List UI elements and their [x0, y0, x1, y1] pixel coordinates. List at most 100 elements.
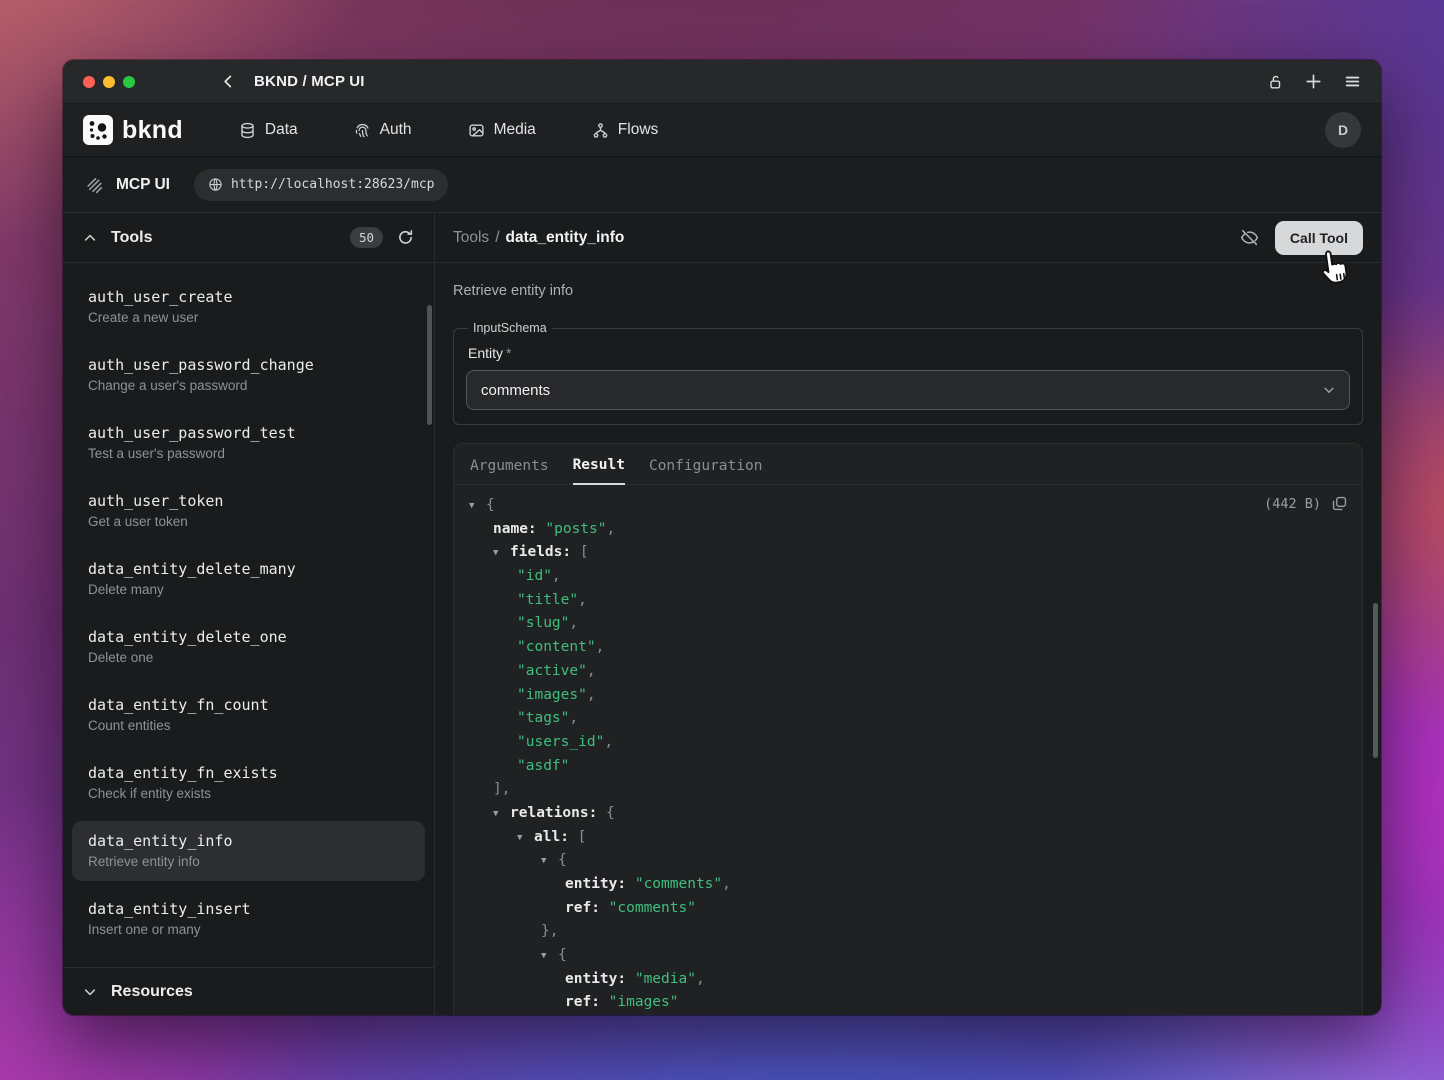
lock-button[interactable] [1267, 74, 1283, 90]
json-key: name: [493, 521, 545, 537]
json-collapse-toggle-icon[interactable]: ▼ [541, 850, 558, 874]
json-punctuation: , [696, 971, 705, 987]
json-key: relations: [510, 805, 606, 821]
json-line: ▼relations: { [454, 802, 1362, 826]
subheader: MCP UI http://localhost:28623/mcp [63, 157, 1381, 213]
json-punctuation: , [587, 663, 596, 679]
json-punctuation: ], [493, 781, 510, 797]
refresh-tools-button[interactable] [397, 229, 414, 246]
json-punctuation: , [552, 568, 561, 584]
json-collapse-toggle-icon[interactable]: ▼ [541, 945, 558, 969]
json-punctuation: , [578, 592, 587, 608]
json-collapse-toggle-icon[interactable]: ▼ [493, 803, 510, 827]
server-url-chip[interactable]: http://localhost:28623/mcp [194, 169, 449, 201]
breadcrumb-section[interactable]: Tools [453, 229, 489, 246]
tab-arguments[interactable]: Arguments [470, 444, 549, 484]
tool-name: auth_user_password_test [88, 423, 409, 443]
json-line: "users_id", [454, 731, 1362, 755]
tool-item-auth_user_token[interactable]: auth_user_tokenGet a user token [72, 481, 425, 541]
back-button[interactable] [221, 74, 236, 89]
main-panel: Tools/data_entity_info Call Tool Retriev… [435, 213, 1381, 1015]
hide-result-button[interactable] [1240, 228, 1259, 247]
json-punctuation: [ [578, 829, 587, 845]
tools-count-badge: 50 [350, 227, 383, 248]
json-collapse-toggle-icon[interactable]: ▼ [493, 542, 510, 566]
plus-icon [1305, 73, 1322, 90]
entity-select-value: comments [481, 382, 550, 399]
tool-name: data_entity_fn_exists [88, 763, 409, 783]
json-line: entity: "comments", [454, 873, 1362, 897]
json-collapse-toggle-icon[interactable]: ▼ [517, 827, 534, 851]
main-scrollbar[interactable] [1373, 603, 1378, 758]
json-line: "content", [454, 636, 1362, 660]
json-line: "slug", [454, 612, 1362, 636]
copy-icon [1331, 495, 1348, 512]
json-collapse-toggle-icon[interactable]: ▼ [469, 495, 486, 519]
close-window-button[interactable] [83, 76, 95, 88]
tool-item-data_entity_insert[interactable]: data_entity_insertInsert one or many [72, 889, 425, 949]
tool-description: Test a user's password [88, 445, 409, 463]
json-punctuation: { [558, 947, 567, 963]
page-title: MCP UI [116, 176, 170, 194]
app-navbar: bknd Data Auth Media Flows D [63, 104, 1381, 157]
json-string: "active" [517, 663, 587, 679]
resources-section-header[interactable]: Resources [63, 967, 434, 1015]
tools-section-label: Tools [111, 229, 152, 247]
zoom-window-button[interactable] [123, 76, 135, 88]
json-line: "tags", [454, 707, 1362, 731]
copy-result-button[interactable] [1331, 495, 1348, 512]
result-size-label: (442 B) [1264, 496, 1321, 512]
avatar[interactable]: D [1325, 112, 1361, 148]
minimize-window-button[interactable] [103, 76, 115, 88]
window-title: BKND / MCP UI [254, 73, 365, 90]
tool-item-data_entity_delete_many[interactable]: data_entity_delete_manyDelete many [72, 549, 425, 609]
tab-configuration[interactable]: Configuration [649, 444, 763, 484]
json-line: "images", [454, 684, 1362, 708]
json-line: ▼{ [454, 494, 1362, 518]
json-line: ▼fields: [ [454, 541, 1362, 565]
tool-description: Check if entity exists [88, 785, 409, 803]
new-tab-button[interactable] [1305, 73, 1322, 90]
json-line: name: "posts", [454, 518, 1362, 542]
json-line: entity: "media", [454, 968, 1362, 992]
json-line: ], [454, 778, 1362, 802]
tool-item-auth_user_password_test[interactable]: auth_user_password_test Test a user's pas… [72, 413, 425, 473]
tool-name: auth_user_token [88, 491, 409, 511]
tool-description: Count entities [88, 717, 409, 735]
json-key: entity: [565, 971, 635, 987]
hamburger-icon [1344, 73, 1361, 90]
tool-item-data_entity_fn_count[interactable]: data_entity_fn_count Count entities [72, 685, 425, 745]
result-tabs: Arguments Result Configuration [454, 444, 1362, 485]
tool-item-auth_user_password_change[interactable]: auth_user_password_changeChange a user's… [72, 345, 425, 405]
json-string: "tags" [517, 710, 569, 726]
menu-button[interactable] [1344, 73, 1361, 90]
nav-label: Media [494, 121, 536, 139]
result-size-note: (442 B) [1264, 495, 1348, 512]
bknd-logo-icon [83, 115, 113, 145]
sidebar-scrollbar[interactable] [427, 305, 432, 425]
tool-item-data_entity_info[interactable]: data_entity_infoRetrieve entity info [72, 821, 425, 881]
json-punctuation: }, [541, 923, 558, 939]
tool-description: Delete one [88, 649, 409, 667]
tool-name: data_entity_info [88, 831, 409, 851]
entity-select[interactable]: comments [466, 370, 1350, 410]
breadcrumb: Tools/data_entity_info [453, 229, 624, 247]
tools-section-header[interactable]: Tools 50 [63, 213, 434, 263]
json-line: "title", [454, 589, 1362, 613]
json-line: ▼all: [ [454, 826, 1362, 850]
nav-item-auth[interactable]: Auth [354, 121, 412, 139]
brand[interactable]: bknd [83, 115, 183, 145]
required-marker: * [506, 345, 511, 361]
tool-item-data_entity_fn_exists[interactable]: data_entity_fn_exists Check if entity exi… [72, 753, 425, 813]
tab-result[interactable]: Result [573, 444, 625, 485]
tool-item-data_entity_delete_one[interactable]: data_entity_delete_oneDelete one [72, 617, 425, 677]
nav-item-data[interactable]: Data [239, 121, 298, 139]
tool-name: data_entity_fn_count [88, 695, 409, 715]
lock-open-icon [1267, 74, 1283, 90]
main-header: Tools/data_entity_info Call Tool [435, 213, 1381, 263]
call-tool-button[interactable]: Call Tool [1275, 221, 1363, 255]
json-tree: (442 B) ▼{name: "posts",▼fields: ["id","… [454, 485, 1362, 1015]
tool-item-auth_user_create[interactable]: auth_user_createCreate a new user [72, 277, 425, 337]
nav-item-media[interactable]: Media [468, 121, 536, 139]
nav-item-flows[interactable]: Flows [592, 121, 658, 139]
